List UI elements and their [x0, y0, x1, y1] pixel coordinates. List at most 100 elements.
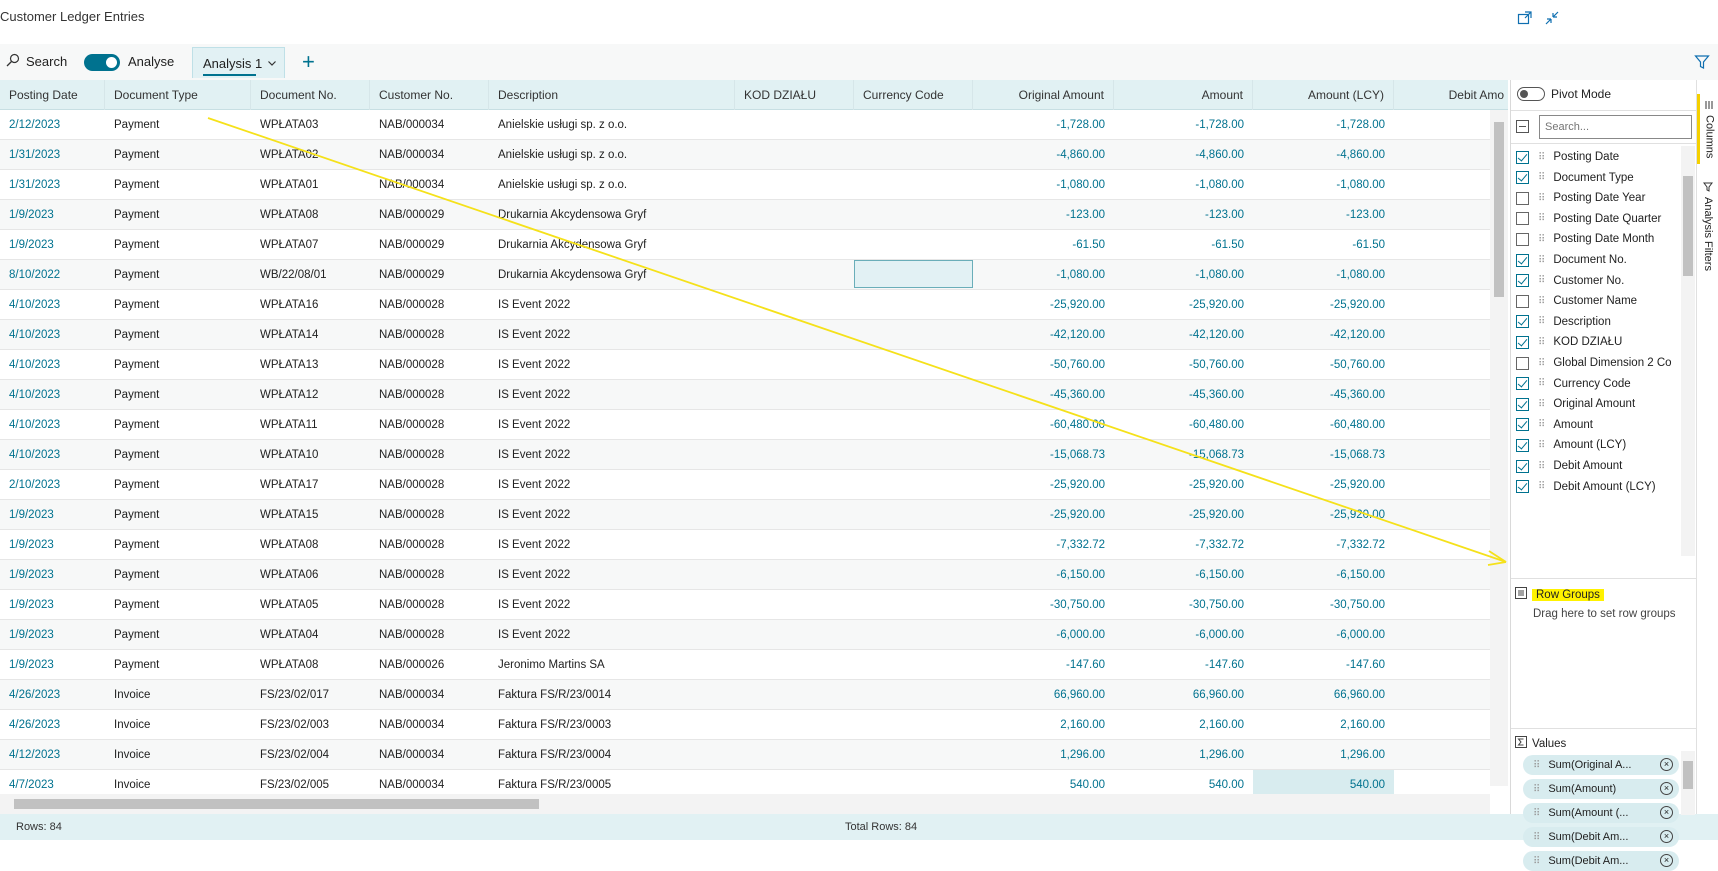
drag-handle-icon[interactable]: ⠿ — [1538, 213, 1545, 224]
values-drop-zone[interactable]: Values ⠿ Sum(Original A... × ⠿ Sum(Amount) × ⠿… — [1511, 728, 1697, 871]
column-header-document-type[interactable]: Document Type — [105, 80, 251, 110]
cell-posting-date[interactable]: 1/9/2023 — [0, 650, 105, 680]
value-chip[interactable]: ⠿ Sum(Debit Am... × — [1523, 827, 1679, 847]
remove-icon[interactable]: × — [1660, 806, 1673, 819]
column-search-input[interactable] — [1539, 115, 1692, 139]
cell-posting-date[interactable]: 1/9/2023 — [0, 530, 105, 560]
horizontal-scrollbar[interactable] — [0, 794, 1490, 814]
drag-handle-icon[interactable]: ⠿ — [1538, 275, 1545, 286]
drag-handle-icon[interactable]: ⠿ — [1533, 808, 1540, 819]
remove-icon[interactable]: × — [1660, 830, 1673, 843]
cell-posting-date[interactable]: 4/10/2023 — [0, 440, 105, 470]
drag-handle-icon[interactable]: ⠿ — [1538, 152, 1545, 163]
column-checkbox[interactable] — [1516, 294, 1529, 308]
table-row[interactable]: 8/10/2022 Payment WB/22/08/01 NAB/000029 Dru… — [0, 260, 1490, 290]
value-chip[interactable]: ⠿ Sum(Amount (... × — [1523, 803, 1679, 823]
table-row[interactable]: 1/9/2023 Payment WPŁATA08 NAB/000026 Jeronim… — [0, 650, 1490, 680]
scroll-thumb[interactable] — [1494, 122, 1504, 297]
column-checkbox[interactable] — [1516, 459, 1529, 473]
table-row[interactable]: 2/12/2023 Payment WPŁATA03 NAB/000034 Aniels… — [0, 110, 1490, 140]
analyse-toggle[interactable] — [84, 54, 120, 71]
column-checkbox[interactable] — [1516, 418, 1529, 432]
column-checkbox[interactable] — [1516, 397, 1529, 411]
drag-handle-icon[interactable]: ⠿ — [1538, 378, 1545, 389]
column-checkbox[interactable] — [1516, 377, 1529, 391]
drag-handle-icon[interactable]: ⠿ — [1538, 255, 1545, 266]
cell-posting-date[interactable]: 1/9/2023 — [0, 590, 105, 620]
cell-posting-date[interactable]: 1/9/2023 — [0, 560, 105, 590]
column-checkbox[interactable] — [1516, 253, 1529, 267]
column-header-description[interactable]: Description — [489, 80, 735, 110]
column-list-item[interactable]: ⠿ Document No. — [1511, 249, 1681, 271]
drag-handle-icon[interactable]: ⠿ — [1538, 172, 1545, 183]
column-list-item[interactable]: ⠿ Debit Amount (LCY) — [1511, 476, 1681, 498]
column-list-item[interactable]: ⠿ Debit Amount — [1511, 455, 1681, 477]
column-header-debit-amount[interactable]: Debit Amo — [1394, 80, 1508, 110]
value-chip[interactable]: ⠿ Sum(Original A... × — [1523, 755, 1679, 775]
tab-columns[interactable]: Columns — [1697, 94, 1718, 164]
cell-posting-date[interactable]: 1/9/2023 — [0, 200, 105, 230]
remove-icon[interactable]: × — [1660, 854, 1673, 867]
drag-handle-icon[interactable]: ⠿ — [1538, 234, 1545, 245]
column-list-item[interactable]: ⠿ Description — [1511, 311, 1681, 333]
table-row[interactable]: 2/10/2023 Payment WPŁATA17 NAB/000028 IS Eve… — [0, 470, 1490, 500]
table-row[interactable]: 4/12/2023 Invoice FS/23/02/004 NAB/000034 Fa… — [0, 740, 1505, 770]
cell-posting-date[interactable]: 4/10/2023 — [0, 410, 105, 440]
drag-handle-icon[interactable]: ⠿ — [1538, 481, 1545, 492]
column-list-item[interactable]: ⠿ Document Type — [1511, 167, 1681, 189]
cell-posting-date[interactable]: 1/31/2023 — [0, 170, 105, 200]
column-checkbox[interactable] — [1516, 274, 1529, 288]
drag-handle-icon[interactable]: ⠿ — [1538, 296, 1545, 307]
column-header-currency-code[interactable]: Currency Code — [854, 80, 973, 110]
column-list-item[interactable]: ⠿ Posting Date Year — [1511, 187, 1681, 209]
table-row[interactable]: 4/10/2023 Payment WPŁATA10 NAB/000028 IS Eve… — [0, 440, 1490, 470]
column-checkbox[interactable] — [1516, 356, 1529, 370]
table-row[interactable]: 1/9/2023 Payment WPŁATA04 NAB/000028 IS Even… — [0, 620, 1490, 650]
search-button[interactable]: Search — [6, 53, 67, 70]
column-list-item[interactable]: ⠿ Amount — [1511, 414, 1681, 436]
table-row[interactable]: 1/9/2023 Payment WPŁATA08 NAB/000029 Drukarn… — [0, 200, 1490, 230]
scroll-thumb[interactable] — [1683, 176, 1693, 276]
column-list-item[interactable]: ⠿ Posting Date — [1511, 146, 1681, 168]
drag-handle-icon[interactable]: ⠿ — [1538, 316, 1545, 327]
value-chip[interactable]: ⠿ Sum(Amount) × — [1523, 779, 1679, 799]
column-checkbox[interactable] — [1516, 315, 1529, 329]
table-row[interactable]: 1/9/2023 Payment WPŁATA08 NAB/000028 IS Even… — [0, 530, 1490, 560]
drag-handle-icon[interactable]: ⠿ — [1538, 358, 1545, 369]
add-tab-button[interactable]: + — [302, 49, 315, 75]
column-checkbox[interactable] — [1516, 150, 1529, 164]
column-header-document-no[interactable]: Document No. — [251, 80, 370, 110]
cell-posting-date[interactable]: 1/9/2023 — [0, 500, 105, 530]
cell-posting-date[interactable]: 4/26/2023 — [0, 680, 105, 710]
drag-handle-icon[interactable]: ⠿ — [1538, 461, 1545, 472]
column-checkbox[interactable] — [1516, 438, 1529, 452]
cell-posting-date[interactable]: 2/12/2023 — [0, 110, 105, 140]
table-row[interactable]: 4/10/2023 Payment WPŁATA16 NAB/000028 IS Eve… — [0, 290, 1490, 320]
cell-posting-date[interactable]: 1/9/2023 — [0, 620, 105, 650]
table-row[interactable]: 1/9/2023 Payment WPŁATA15 NAB/000028 IS Even… — [0, 500, 1490, 530]
row-groups-drop-zone[interactable]: Row Groups Drag here to set row groups — [1511, 578, 1697, 728]
drag-handle-icon[interactable]: ⠿ — [1533, 856, 1540, 867]
column-header-customer-no[interactable]: Customer No. — [370, 80, 489, 110]
drag-handle-icon[interactable]: ⠿ — [1538, 419, 1545, 430]
column-checkbox[interactable] — [1516, 232, 1529, 246]
cell-posting-date[interactable]: 4/26/2023 — [0, 710, 105, 740]
table-row[interactable]: 1/9/2023 Payment WPŁATA05 NAB/000028 IS Even… — [0, 590, 1490, 620]
cell-posting-date[interactable]: 4/10/2023 — [0, 350, 105, 380]
values-scrollbar[interactable] — [1681, 751, 1695, 815]
remove-icon[interactable]: × — [1660, 758, 1673, 771]
chevron-down-icon[interactable] — [267, 56, 277, 71]
cell-posting-date[interactable]: 4/12/2023 — [0, 740, 105, 770]
scroll-thumb[interactable] — [1683, 761, 1693, 789]
column-list-item[interactable]: ⠿ Currency Code — [1511, 373, 1681, 395]
cell-posting-date[interactable]: 4/10/2023 — [0, 320, 105, 350]
table-row[interactable]: 4/10/2023 Payment WPŁATA14 NAB/000028 IS Eve… — [0, 320, 1490, 350]
column-checkbox[interactable] — [1516, 171, 1529, 185]
column-header-original-amount[interactable]: Original Amount — [973, 80, 1114, 110]
table-row[interactable]: 1/31/2023 Payment WPŁATA02 NAB/000034 Aniels… — [0, 140, 1490, 170]
collapse-icon[interactable] — [1544, 10, 1560, 26]
vertical-scrollbar[interactable] — [1490, 110, 1508, 786]
drag-handle-icon[interactable]: ⠿ — [1538, 440, 1545, 451]
pivot-switch[interactable] — [1517, 87, 1545, 101]
column-list-item[interactable]: ⠿ KOD DZIAŁU — [1511, 331, 1681, 353]
